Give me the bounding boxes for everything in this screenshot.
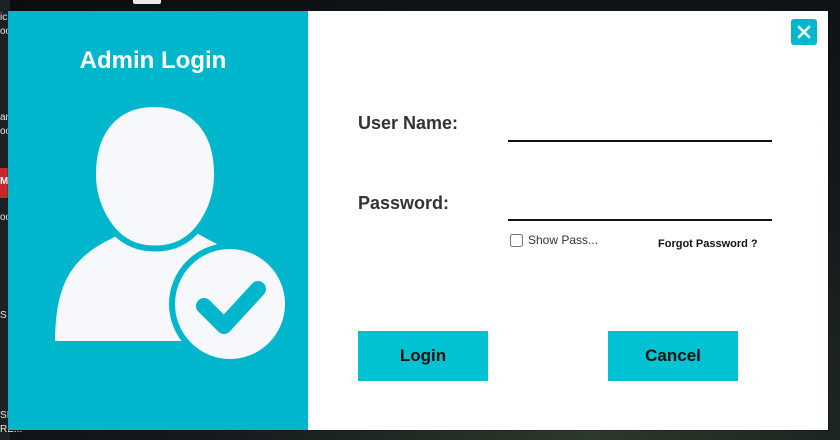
desktop-taskbar-chip	[133, 0, 161, 4]
cancel-button[interactable]: Cancel	[608, 331, 738, 381]
password-input[interactable]	[508, 193, 772, 221]
show-password-toggle[interactable]: Show Pass...	[510, 233, 598, 247]
dialog-title: Admin Login	[79, 47, 227, 74]
forgot-password-link[interactable]: Forgot Password ?	[658, 238, 758, 250]
login-button[interactable]: Login	[358, 331, 488, 381]
user-check-icon	[50, 101, 285, 364]
admin-login-dialog: Admin Login User Name: Password: Show Pa…	[8, 11, 828, 430]
close-icon	[797, 25, 811, 39]
close-button[interactable]	[791, 19, 817, 45]
username-label: User Name:	[358, 113, 459, 133]
brand-panel: Admin Login	[8, 11, 308, 430]
username-input[interactable]	[508, 114, 772, 142]
show-password-checkbox[interactable]	[510, 233, 523, 247]
show-password-label: Show Pass...	[528, 233, 599, 247]
password-label: Password:	[358, 193, 450, 213]
